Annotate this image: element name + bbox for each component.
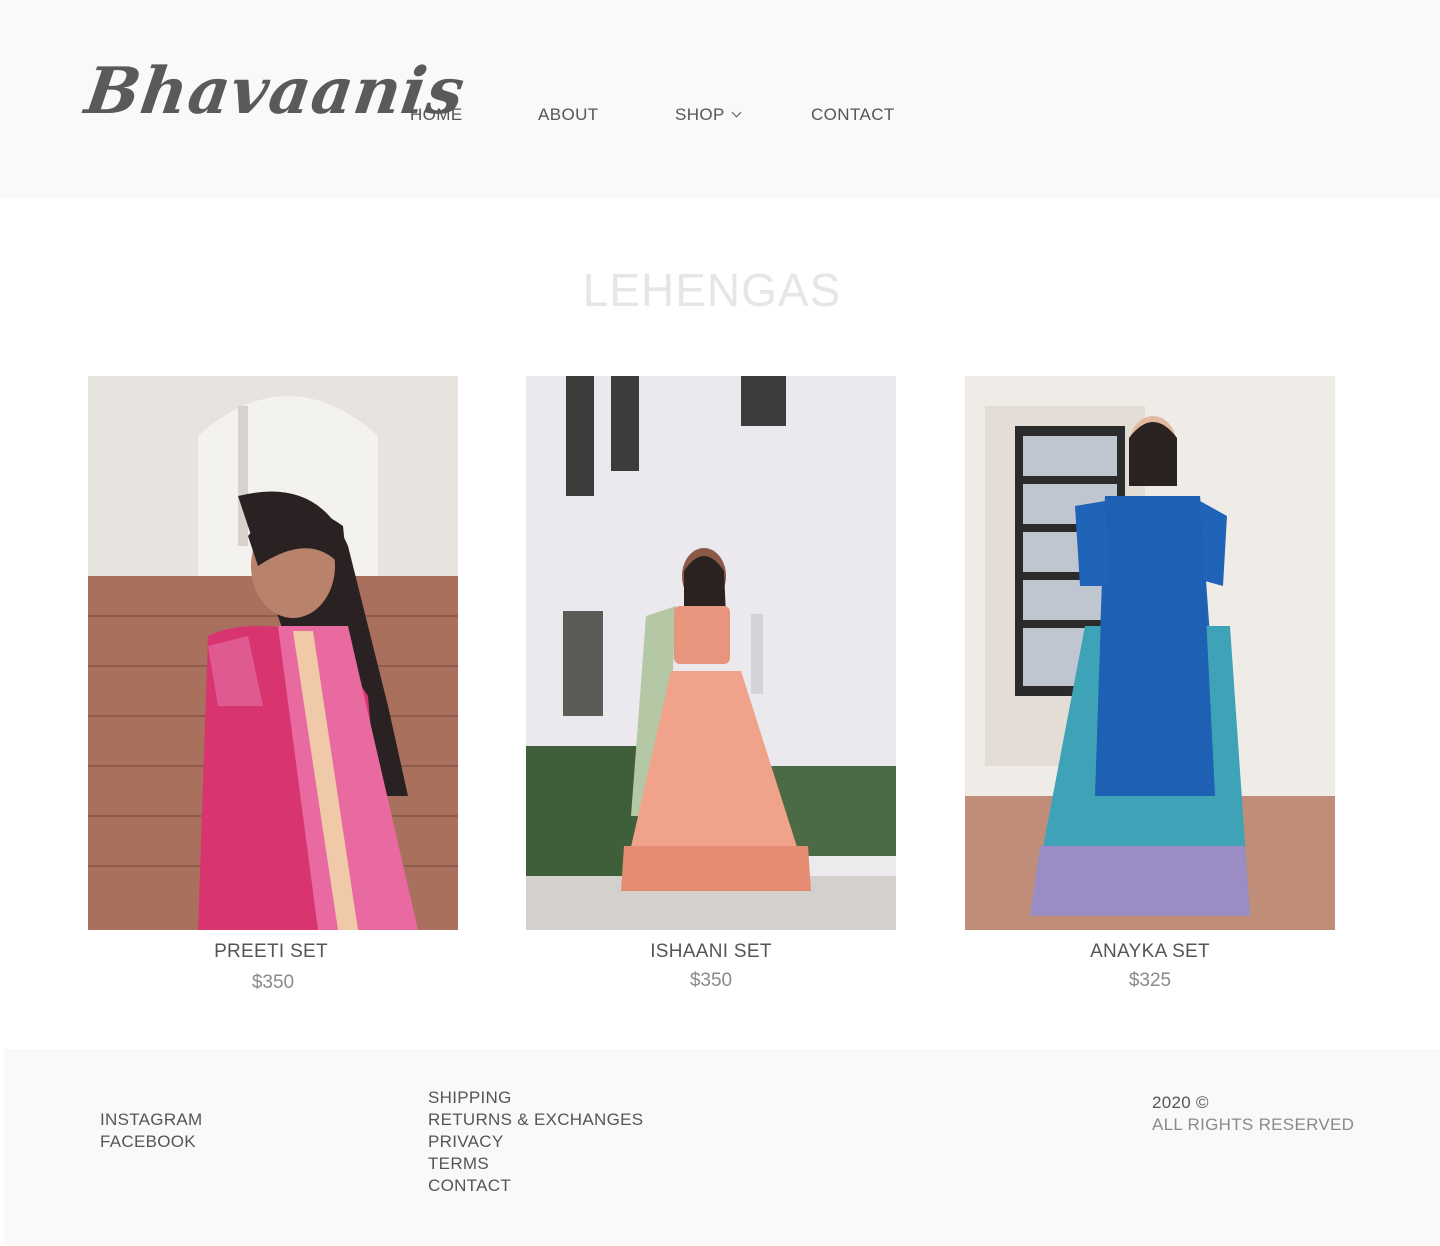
footer-facebook-link[interactable]: FACEBOOK [100,1131,196,1153]
copyright-notice: ALL RIGHTS RESERVED [1152,1115,1355,1134]
product-photo-ishaani [526,376,896,930]
product-card: PREETI SET $350 [88,376,458,996]
nav-shop-label: SHOP [675,105,725,124]
footer-terms-link[interactable]: TERMS [428,1153,489,1175]
product-image[interactable] [965,376,1335,930]
product-name[interactable]: PREETI SET [86,940,456,964]
product-image[interactable] [526,376,896,930]
product-price: $350 [689,970,733,991]
page-title: LEHENGAS [582,264,842,316]
product-image[interactable] [88,376,458,930]
nav-contact[interactable]: CONTACT [811,103,895,127]
nav-shop[interactable]: SHOP [675,103,742,127]
copyright-year: 2020 © [1152,1093,1209,1112]
footer-returns-link[interactable]: RETURNS & EXCHANGES [428,1109,643,1131]
product-card: ISHAANI SET $350 [526,376,896,994]
footer-shipping-link[interactable]: SHIPPING [428,1087,512,1109]
product-photo-anayka [965,376,1335,930]
footer-privacy-link[interactable]: PRIVACY [428,1131,503,1153]
nav-home[interactable]: HOME [410,103,463,127]
nav-about[interactable]: ABOUT [538,103,599,127]
product-photo-preeti [88,376,458,930]
product-name[interactable]: ANAYKA SET [965,940,1335,964]
product-price: $325 [1128,970,1172,991]
footer-instagram-link[interactable]: INSTAGRAM [100,1109,203,1131]
footer-contact-link[interactable]: CONTACT [428,1175,511,1197]
site-header: Bhavaanis HOME ABOUT SHOP CONTACT [0,0,1440,198]
site-footer: INSTAGRAM FACEBOOK SHIPPING RETURNS & EX… [4,1049,1440,1246]
product-name[interactable]: ISHAANI SET [526,940,896,964]
product-card: ANAYKA SET $325 [965,376,1335,994]
product-price: $350 [251,972,295,993]
chevron-down-icon [731,107,742,118]
